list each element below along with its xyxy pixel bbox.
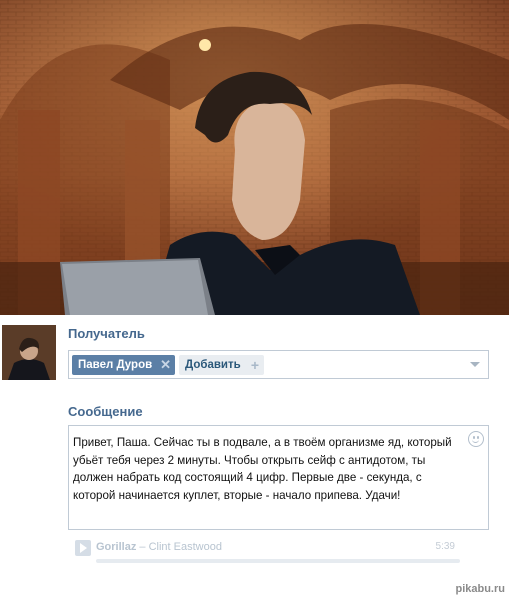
recipient-token[interactable]: Павел Дуров ✕	[72, 355, 175, 375]
audio-track: Gorillaz – Clint Eastwood	[96, 540, 222, 555]
recipient-token-name: Павел Дуров	[78, 359, 153, 371]
message-label: Сообщение	[68, 404, 143, 419]
audio-duration: 5:39	[435, 541, 455, 552]
remove-recipient-icon[interactable]: ✕	[160, 355, 171, 375]
emoji-icon[interactable]	[468, 431, 484, 447]
watermark: pikabu.ru	[455, 583, 505, 595]
play-icon[interactable]	[75, 540, 91, 556]
cellar-scene	[0, 0, 509, 315]
audio-artist: Gorillaz	[96, 541, 137, 553]
recipient-field[interactable]: Павел Дуров ✕ Добавить +	[68, 350, 489, 379]
add-recipient-label: Добавить	[185, 359, 241, 371]
audio-title: Clint Eastwood	[148, 541, 222, 553]
header-photo	[0, 0, 509, 315]
add-recipient-button[interactable]: Добавить +	[179, 355, 264, 375]
sender-avatar	[2, 325, 56, 380]
audio-progress-bar[interactable]	[96, 559, 460, 563]
chevron-down-icon[interactable]	[470, 362, 480, 367]
message-text: Привет, Паша. Сейчас ты в подвале, а в т…	[73, 436, 452, 502]
message-textarea[interactable]: Привет, Паша. Сейчас ты в подвале, а в т…	[68, 425, 489, 530]
attached-audio: Gorillaz – Clint Eastwood 5:39	[75, 540, 460, 570]
audio-separator: –	[136, 541, 149, 553]
recipient-label: Получатель	[68, 326, 145, 341]
plus-icon: +	[250, 357, 259, 373]
